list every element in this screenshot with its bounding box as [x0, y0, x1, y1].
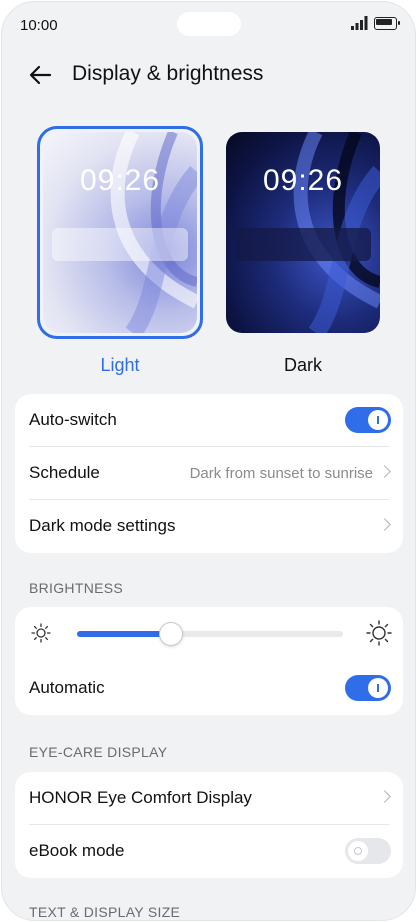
- status-bar: 10:00: [2, 2, 415, 48]
- theme-preview-light: 09:26: [43, 132, 197, 333]
- page-header: Display & brightness: [2, 52, 415, 98]
- eye-comfort-label: HONOR Eye Comfort Display: [29, 788, 252, 807]
- preview-widget: [52, 228, 188, 261]
- back-arrow-icon[interactable]: [26, 60, 56, 90]
- chevron-right-icon: [378, 790, 391, 803]
- brightness-slider-handle[interactable]: [159, 622, 184, 646]
- theme-preview-dark: 09:26: [226, 132, 380, 333]
- brightness-card: Automatic: [15, 607, 403, 715]
- automatic-label: Automatic: [29, 678, 105, 697]
- schedule-label: Schedule: [29, 463, 100, 482]
- section-title-eye-care: EYE-CARE DISPLAY: [29, 744, 168, 760]
- ebook-mode-label: eBook mode: [29, 841, 125, 860]
- chevron-right-icon: [378, 465, 391, 478]
- ebook-mode-row: eBook mode: [15, 825, 403, 878]
- auto-switch-toggle[interactable]: [345, 407, 391, 433]
- dark-mode-settings-label: Dark mode settings: [29, 516, 176, 535]
- schedule-row[interactable]: Schedule Dark from sunset to sunrise: [15, 447, 403, 500]
- theme-label-light: Light: [100, 355, 140, 375]
- auto-switch-row: Auto-switch: [15, 394, 403, 447]
- brightness-slider-fill: [77, 631, 171, 637]
- preview-widget: [235, 228, 371, 261]
- phone-screen: 10:00 Display & brightness 09:26 Light 0…: [1, 1, 416, 921]
- section-title-brightness: BRIGHTNESS: [29, 580, 124, 596]
- battery-icon: [374, 17, 400, 30]
- camera-pill: [177, 12, 241, 36]
- ebook-mode-toggle[interactable]: [345, 838, 391, 864]
- theme-option-light[interactable]: 09:26 Light: [37, 126, 203, 376]
- theme-option-dark[interactable]: 09:26 Dark: [220, 126, 386, 376]
- preview-clock: 09:26: [79, 164, 161, 197]
- brightness-slider[interactable]: [77, 622, 343, 646]
- status-time: 10:00: [20, 17, 58, 34]
- sun-small-icon: [31, 623, 51, 643]
- theme-preview-frame: 09:26: [37, 126, 203, 339]
- preview-clock: 09:26: [262, 164, 344, 197]
- dark-mode-card: Auto-switch Schedule Dark from sunset to…: [15, 394, 403, 553]
- automatic-brightness-toggle[interactable]: [345, 675, 391, 701]
- sun-large-icon: [366, 620, 392, 646]
- eye-comfort-row[interactable]: HONOR Eye Comfort Display: [15, 772, 403, 825]
- section-title-text-display: TEXT & DISPLAY SIZE: [29, 904, 181, 920]
- theme-label-dark: Dark: [283, 355, 322, 375]
- eye-care-card: HONOR Eye Comfort Display eBook mode: [15, 772, 403, 878]
- automatic-brightness-row: Automatic: [15, 662, 403, 715]
- theme-preview-frame: 09:26: [220, 126, 386, 339]
- auto-switch-label: Auto-switch: [29, 410, 117, 429]
- dark-mode-settings-row[interactable]: Dark mode settings: [15, 500, 403, 553]
- signal-icon: [351, 16, 368, 30]
- schedule-value: Dark from sunset to sunrise: [189, 465, 373, 482]
- page-title: Display & brightness: [72, 62, 264, 85]
- chevron-right-icon: [378, 518, 391, 531]
- brightness-slider-row: [15, 607, 403, 662]
